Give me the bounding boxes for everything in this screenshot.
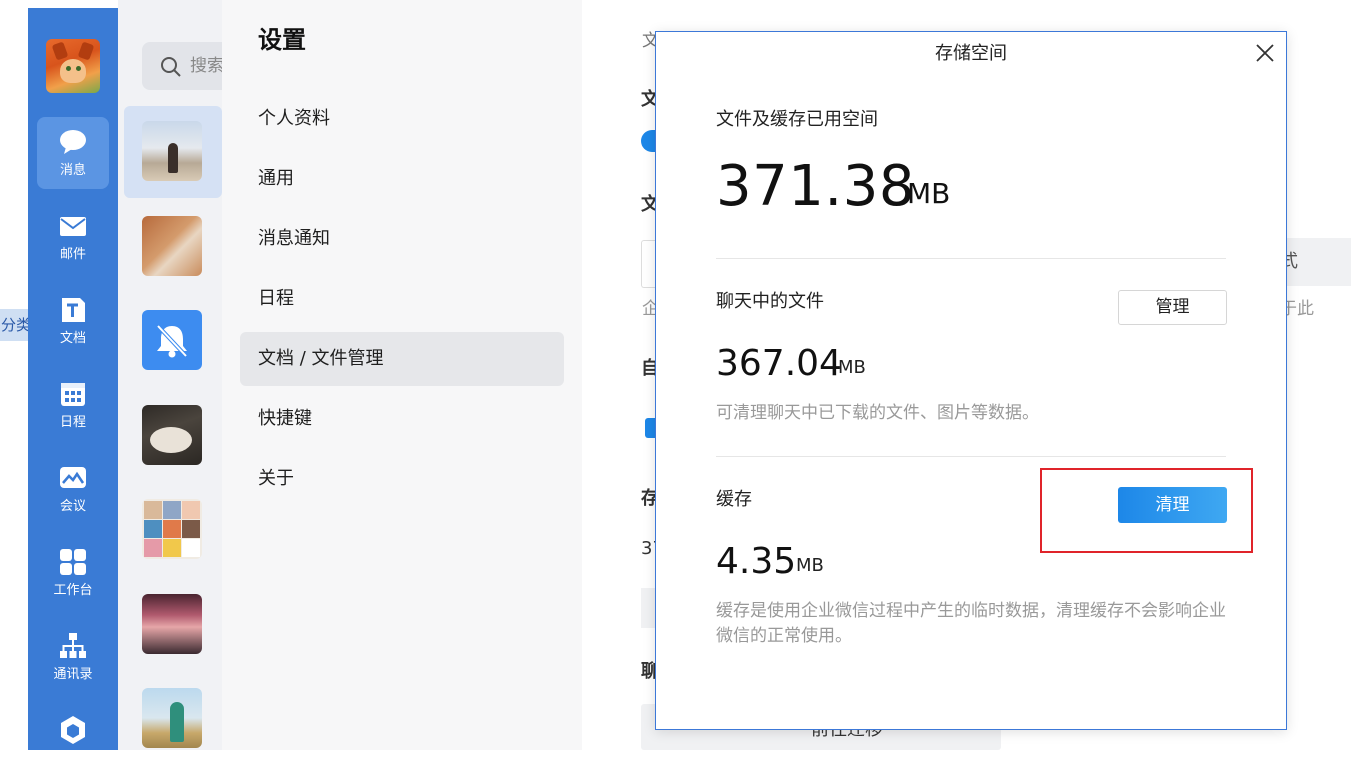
menu-item-shortcuts[interactable]: 快捷键 bbox=[240, 392, 564, 446]
menu-item-label: 日程 bbox=[258, 288, 294, 309]
close-icon bbox=[1256, 44, 1274, 62]
nav-item-calendar[interactable]: 日程 bbox=[37, 369, 109, 441]
nav-label: 工作台 bbox=[53, 583, 93, 598]
chat-thumb-street[interactable] bbox=[142, 594, 202, 654]
nav-label: 文档 bbox=[59, 331, 86, 346]
search-placeholder: 搜索 bbox=[190, 56, 224, 76]
search-icon bbox=[161, 57, 181, 77]
menu-item-label: 消息通知 bbox=[258, 228, 330, 249]
close-button[interactable] bbox=[1252, 40, 1278, 66]
cube-app-icon bbox=[61, 716, 85, 744]
settings-title: 设置 bbox=[258, 26, 306, 54]
chat-thumb-desert[interactable] bbox=[142, 688, 202, 748]
chat-files-description: 可清理聊天中已下载的文件、图片等数据。 bbox=[716, 403, 1039, 423]
cache-value: 4.35 bbox=[716, 541, 797, 582]
divider bbox=[716, 258, 1226, 259]
menu-item-file-management[interactable]: 文档 / 文件管理 bbox=[240, 332, 564, 386]
nav-item-docs[interactable]: 文档 bbox=[37, 285, 109, 357]
chat-thumb-beach-person[interactable] bbox=[142, 121, 202, 181]
category-tag[interactable]: 分类 bbox=[0, 309, 28, 341]
chat-thumb-group-collage[interactable] bbox=[142, 499, 202, 559]
nav-label: 邮件 bbox=[59, 247, 86, 262]
contacts-icon bbox=[60, 633, 86, 658]
menu-item-label: 个人资料 bbox=[258, 108, 330, 129]
left-window-sliver bbox=[0, 0, 28, 750]
cache-description: 缓存是使用企业微信过程中产生的临时数据，清理缓存不会影响企业微信的正常使用。 bbox=[716, 601, 1226, 646]
meeting-icon bbox=[60, 467, 86, 488]
chat-thumb-muted-bell[interactable] bbox=[142, 310, 202, 370]
document-icon bbox=[62, 298, 85, 322]
nav-label: 会议 bbox=[59, 499, 86, 514]
bell-mute-icon bbox=[156, 324, 188, 358]
bg-checkbox-fragment bbox=[645, 418, 655, 438]
dialog-title: 存储空间 bbox=[935, 43, 1007, 64]
menu-item-notifications[interactable]: 消息通知 bbox=[240, 212, 564, 266]
menu-item-label: 通用 bbox=[258, 168, 294, 189]
storage-dialog: 存储空间 文件及缓存已用空间 371.38 MB 聊天中的文件 管理 367.0… bbox=[655, 31, 1287, 730]
chat-files-label: 聊天中的文件 bbox=[716, 291, 824, 312]
nav-item-meeting[interactable]: 会议 bbox=[37, 453, 109, 525]
menu-item-about[interactable]: 关于 bbox=[240, 452, 564, 506]
total-usage-unit: MB bbox=[907, 177, 951, 210]
total-usage-value: 371.38 bbox=[716, 154, 915, 219]
nav-item-messages[interactable]: 消息 bbox=[37, 117, 109, 189]
menu-item-label: 文档 / 文件管理 bbox=[258, 348, 384, 369]
bg-button-fragment bbox=[641, 588, 655, 628]
total-usage-label: 文件及缓存已用空间 bbox=[716, 109, 878, 130]
nav-label: 通讯录 bbox=[53, 667, 93, 682]
mail-icon bbox=[60, 217, 86, 236]
chat-thumb-cat[interactable] bbox=[142, 405, 202, 465]
bg-input-fragment bbox=[641, 240, 655, 288]
menu-item-general[interactable]: 通用 bbox=[240, 152, 564, 206]
nav-item-contacts[interactable]: 通讯录 bbox=[37, 621, 109, 693]
calendar-icon bbox=[61, 383, 85, 406]
chat-files-value: 367.04 bbox=[716, 343, 842, 384]
user-avatar[interactable] bbox=[46, 39, 100, 93]
menu-item-label: 关于 bbox=[258, 468, 294, 489]
chat-bubble-icon bbox=[60, 130, 86, 154]
menu-item-profile[interactable]: 个人资料 bbox=[240, 92, 564, 146]
nav-label: 日程 bbox=[59, 415, 86, 430]
cache-unit: MB bbox=[796, 555, 824, 576]
chat-files-unit: MB bbox=[838, 357, 866, 378]
nav-item-mail[interactable]: 邮件 bbox=[37, 201, 109, 273]
cache-label: 缓存 bbox=[716, 489, 752, 510]
nav-item-apps[interactable] bbox=[37, 705, 109, 777]
nav-item-workbench[interactable]: 工作台 bbox=[37, 537, 109, 609]
workbench-icon bbox=[60, 549, 86, 575]
divider bbox=[716, 456, 1226, 457]
bg-radio-fragment bbox=[641, 130, 655, 152]
nav-label: 消息 bbox=[59, 163, 86, 178]
menu-item-label: 快捷键 bbox=[258, 408, 312, 429]
manage-button[interactable]: 管理 bbox=[1118, 290, 1227, 325]
menu-item-calendar[interactable]: 日程 bbox=[240, 272, 564, 326]
highlight-annotation-box bbox=[1040, 468, 1253, 553]
chat-thumb-sand[interactable] bbox=[142, 216, 202, 276]
